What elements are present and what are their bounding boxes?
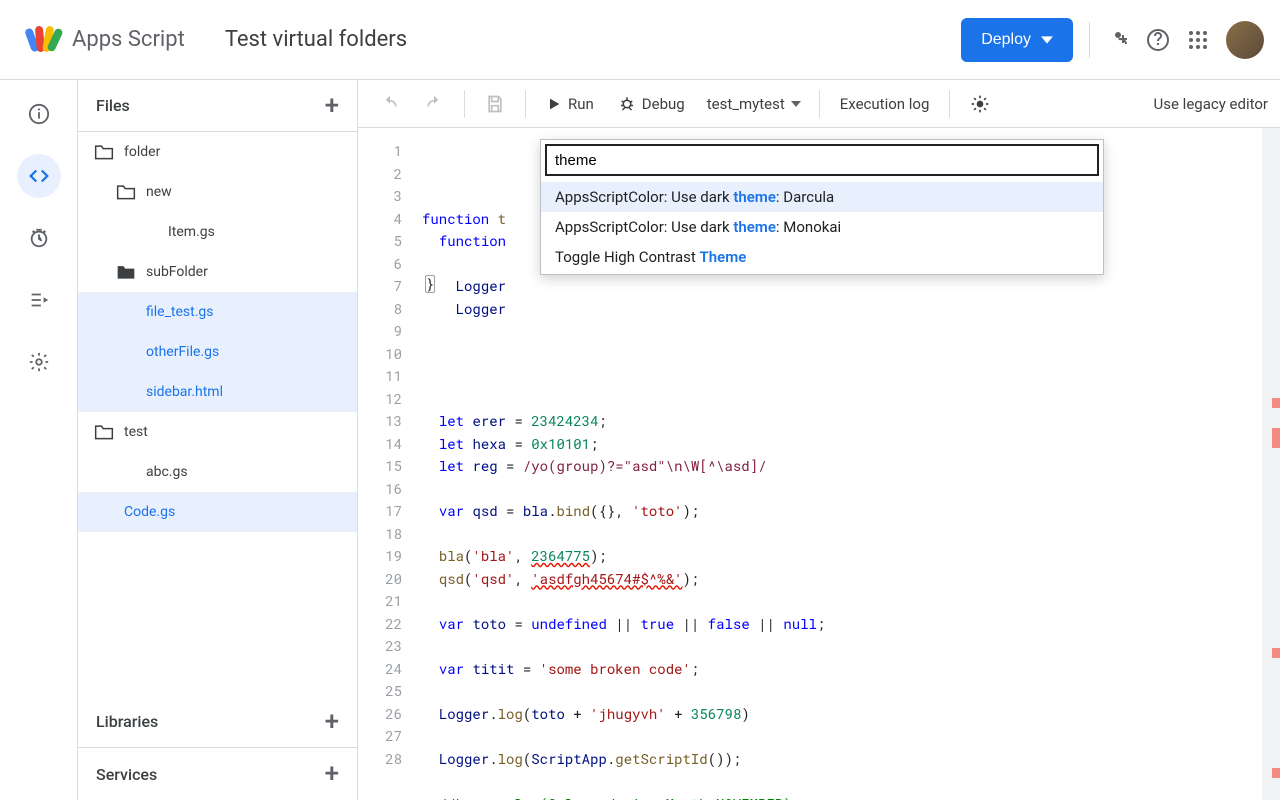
execution-log-button[interactable]: Execution log bbox=[830, 86, 940, 122]
chevron-down-icon bbox=[791, 101, 801, 107]
file-otherFile-gs[interactable]: otherFile.gs bbox=[78, 332, 357, 372]
left-rail bbox=[0, 80, 78, 800]
user-avatar[interactable] bbox=[1226, 21, 1264, 59]
command-palette: AppsScriptColor: Use dark theme: Darcula… bbox=[540, 139, 1104, 275]
rail-settings[interactable] bbox=[17, 340, 61, 384]
libraries-section-header: Libraries + bbox=[78, 696, 357, 748]
editor-toolbar: Run Debug test_mytest Execution log Use … bbox=[358, 80, 1280, 128]
save-button[interactable] bbox=[475, 86, 515, 122]
file-tree: foldernewItem.gssubFolderfile_test.gsoth… bbox=[78, 132, 357, 696]
theme-button[interactable] bbox=[960, 86, 1000, 122]
legacy-editor-link[interactable]: Use legacy editor bbox=[1154, 95, 1268, 113]
rail-triggers[interactable] bbox=[17, 216, 61, 260]
files-section-header: Files + bbox=[78, 80, 357, 132]
run-button[interactable]: Run bbox=[536, 86, 604, 122]
folder-subFolder[interactable]: subFolder bbox=[78, 252, 357, 292]
rail-editor[interactable] bbox=[17, 154, 61, 198]
chevron-down-icon bbox=[1041, 34, 1053, 46]
rail-overview[interactable] bbox=[17, 92, 61, 136]
deploy-button[interactable]: Deploy bbox=[961, 18, 1073, 62]
apps-script-logo-icon bbox=[24, 20, 64, 60]
project-title[interactable]: Test virtual folders bbox=[225, 27, 407, 52]
file-sidebar-html[interactable]: sidebar.html bbox=[78, 372, 357, 412]
palette-item[interactable]: AppsScriptColor: Use dark theme: Monokai bbox=[541, 212, 1103, 242]
deploy-label: Deploy bbox=[981, 31, 1031, 49]
folder-folder[interactable]: folder bbox=[78, 132, 357, 172]
file-abc-gs[interactable]: abc.gs bbox=[78, 452, 357, 492]
add-library-button[interactable]: + bbox=[325, 707, 339, 737]
debug-button[interactable]: Debug bbox=[608, 86, 695, 122]
header-actions: Deploy bbox=[961, 18, 1264, 62]
app-header: Apps Script Test virtual folders Deploy bbox=[0, 0, 1280, 80]
folder-test[interactable]: test bbox=[78, 412, 357, 452]
separator bbox=[949, 90, 950, 118]
separator bbox=[819, 90, 820, 118]
file-file_test-gs[interactable]: file_test.gs bbox=[78, 292, 357, 332]
add-service-button[interactable]: + bbox=[325, 759, 339, 789]
app-logo[interactable]: Apps Script bbox=[24, 20, 185, 60]
palette-item[interactable]: Toggle High Contrast Theme bbox=[541, 242, 1103, 272]
app-name: Apps Script bbox=[72, 27, 185, 52]
apps-grid-icon[interactable] bbox=[1186, 28, 1210, 52]
separator bbox=[464, 90, 465, 118]
share-icon[interactable] bbox=[1106, 28, 1130, 52]
cursor-brace: } bbox=[425, 275, 435, 293]
command-palette-list: AppsScriptColor: Use dark theme: Darcula… bbox=[541, 180, 1103, 274]
libraries-label: Libraries bbox=[96, 712, 158, 731]
minimap[interactable] bbox=[1262, 128, 1280, 800]
services-label: Services bbox=[96, 765, 157, 784]
command-palette-input[interactable] bbox=[545, 144, 1099, 176]
function-selector[interactable]: test_mytest bbox=[699, 95, 809, 113]
services-section-header: Services + bbox=[78, 748, 357, 800]
add-file-button[interactable]: + bbox=[325, 91, 339, 121]
files-label: Files bbox=[96, 96, 130, 115]
undo-button[interactable] bbox=[370, 86, 410, 122]
line-gutter: 1234567891011121314151617181920212223242… bbox=[358, 128, 412, 800]
file-sidebar: Files + foldernewItem.gssubFolderfile_te… bbox=[78, 80, 358, 800]
folder-new[interactable]: new bbox=[78, 172, 357, 212]
redo-button[interactable] bbox=[414, 86, 454, 122]
file-Code-gs[interactable]: Code.gs bbox=[78, 492, 357, 532]
rail-executions[interactable] bbox=[17, 278, 61, 322]
file-Item-gs[interactable]: Item.gs bbox=[78, 212, 357, 252]
palette-item[interactable]: AppsScriptColor: Use dark theme: Darcula bbox=[541, 182, 1103, 212]
separator bbox=[525, 90, 526, 118]
divider bbox=[1089, 22, 1090, 58]
help-icon[interactable] bbox=[1146, 28, 1170, 52]
